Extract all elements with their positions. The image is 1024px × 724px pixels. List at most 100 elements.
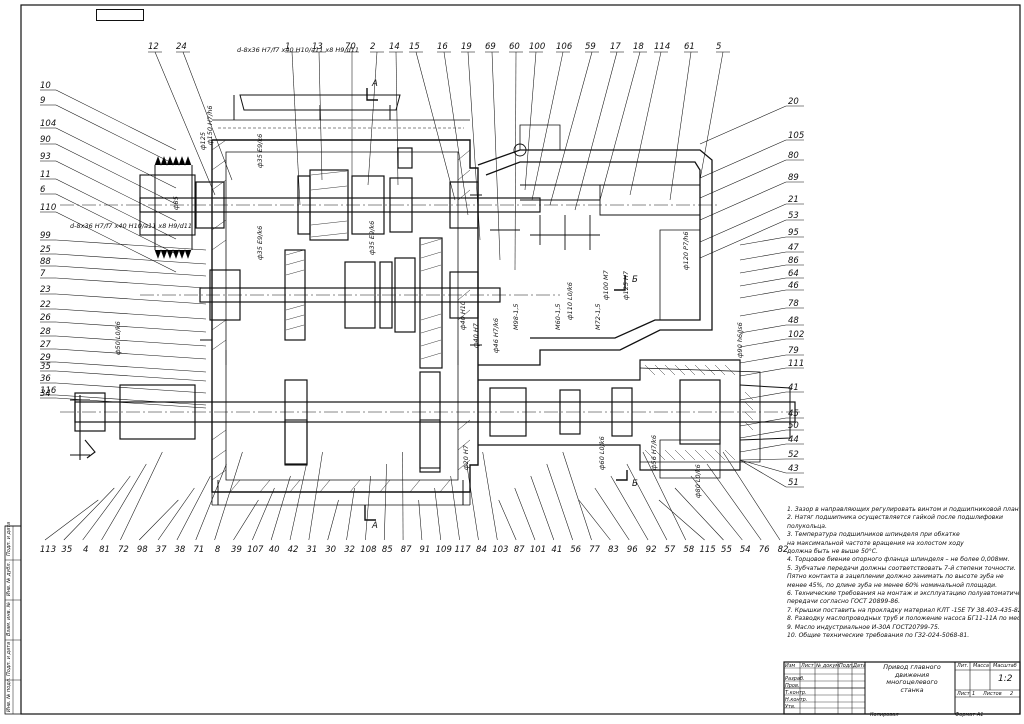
tb-sheets-num: 2 [1010,691,1013,697]
callout-top-114: 114 [654,42,670,52]
callout-right-48: 48 [788,316,799,326]
callout-left-26: 26 [40,313,51,323]
tb-sheet-num: 1 [972,691,975,697]
spindle-hatching [645,365,753,460]
callout-top-18: 18 [633,42,644,52]
callout-right-80: 80 [788,151,799,161]
callout-bottom-38: 38 [175,545,186,555]
callout-left-22: 22 [40,300,51,310]
callout-bottom-103: 103 [492,545,508,555]
callout-left-93: 93 [40,152,51,162]
footer-format: Формат А1 [955,712,983,718]
dimension-10: ф60 L0/k6 [598,436,606,470]
dimension-3: ф35 E9/k6 [256,226,264,260]
callout-left-6: 6 [40,185,46,195]
callout-left-9: 9 [40,96,45,106]
dimension-18: М60-1,5 [554,303,562,330]
callout-bottom-30: 30 [325,545,336,555]
callout-right-95: 95 [788,228,799,238]
callout-bottom-92: 92 [646,545,657,555]
dimension-6: ф50 L0/k6 [114,321,122,355]
callout-bottom-87: 87 [514,545,525,555]
callout-bottom-40: 40 [269,545,280,555]
callout-left-27: 27 [40,340,51,350]
callout-left-116: 116 [40,386,57,396]
tb-role-approve: Утв. [785,704,796,710]
callout-bottom-39: 39 [231,545,242,555]
technical-notes: 1. Зазор в направляющих регулировать вин… [787,506,1019,641]
note-line: 8. Разводку маслопроводных труб и положе… [787,615,1019,623]
note-line: должна быть не выше 50°С. [787,548,1019,556]
callout-left-99: 99 [40,231,51,241]
callout-bottom-117: 117 [454,545,471,555]
callout-left-7: 7 [40,269,46,279]
callout-right-53: 53 [788,211,799,221]
callout-bottom-56: 56 [570,545,581,555]
tb-role-author: Разраб. [785,676,805,682]
tb-scale: Масштаб [993,663,1017,669]
callout-left-88: 88 [40,257,51,267]
section-mark-2: Б [632,275,638,285]
callout-top-19: 19 [461,42,472,52]
callout-top-2: 2 [370,42,375,52]
callout-right-64: 64 [788,269,799,279]
callout-bottom-76: 76 [759,545,770,555]
callout-bottom-113: 113 [40,545,56,555]
callout-bottom-35: 35 [61,545,72,555]
note-line: 4. Торцовое биение опорного фланца шпинд… [787,556,1019,564]
note-line: 6. Технические требования на монтаж и эк… [787,590,1019,598]
title-line: станка [876,687,948,695]
note-line: менее 45%, по длине зуба не менее 60% но… [787,582,1019,590]
callout-bottom-72: 72 [118,545,129,555]
callout-bottom-8: 8 [215,545,221,555]
callout-leaders [40,52,804,540]
dimension-4: ф35 E9/k6 [368,221,376,255]
callout-top-60: 60 [509,42,520,52]
tb-mass: Масса [973,663,989,669]
callout-top-61: 61 [684,42,695,52]
callout-top-12: 12 [148,42,159,52]
dimension-8: ф46 H7/k6 [492,318,500,353]
callout-bottom-84: 84 [476,545,487,555]
callout-left-90: 90 [40,135,51,145]
callout-bottom-77: 77 [589,545,600,555]
note-line: передачи согласно ГОСТ 20899-86. [787,598,1019,606]
section-mark-0: А [371,79,378,89]
callout-bottom-57: 57 [665,545,676,555]
callout-right-86: 86 [788,256,799,266]
callout-bottom-42: 42 [288,545,299,555]
dimension-9: ф20 H7 [462,444,470,470]
callout-left-110: 110 [40,203,56,213]
callout-top-24: 24 [176,42,187,52]
callout-left-23: 23 [40,285,51,295]
input-shaft [140,148,540,240]
callout-left-11: 11 [40,170,51,180]
callout-bottom-101: 101 [530,545,546,555]
dimension-16: М98-1,5 [512,303,520,330]
callout-bottom-54: 54 [740,545,751,555]
dimension-21: ф56 H7/k6 [650,435,658,470]
note-line: 9. Масло индустриальное И-30А ГОСТ20799-… [787,624,1019,632]
gear-hatching [286,171,441,359]
tb-scale-value: 1:2 [998,674,1012,684]
section-mark-3: Б [632,479,638,489]
side-label-vzam: Взам. инв. № [6,602,12,636]
note-line: 7. Крышки поставить на прокладку материа… [787,607,1019,615]
note-line: 2. Натяг подшипника осуществляется гайко… [787,514,1019,522]
hand-lever [70,395,95,460]
callout-right-41: 41 [788,383,799,393]
tb-lit: Лит. [957,663,969,669]
tb-role-check: Пров. [785,683,800,689]
dimension-19: ф110 L0/k6 [566,282,574,320]
footer-copied: Копировал [870,712,899,718]
top-stamp-box [96,9,144,21]
tb-role-ncontrol: Н.контр. [785,697,807,703]
side-label-sign: Подп. и дата [6,642,12,676]
callout-bottom-37: 37 [156,545,167,555]
note-line: полукольца. [787,523,1019,531]
dimension-labels: d-8x36 H7/f7 x40 H10/a11 x8 H9/d11d-8x36… [70,46,744,498]
callout-right-89: 89 [788,173,799,183]
note-line: 1. Зазор в направляющих регулировать вин… [787,506,1019,514]
callout-left-28: 28 [40,327,51,337]
callout-right-78: 78 [788,299,799,309]
